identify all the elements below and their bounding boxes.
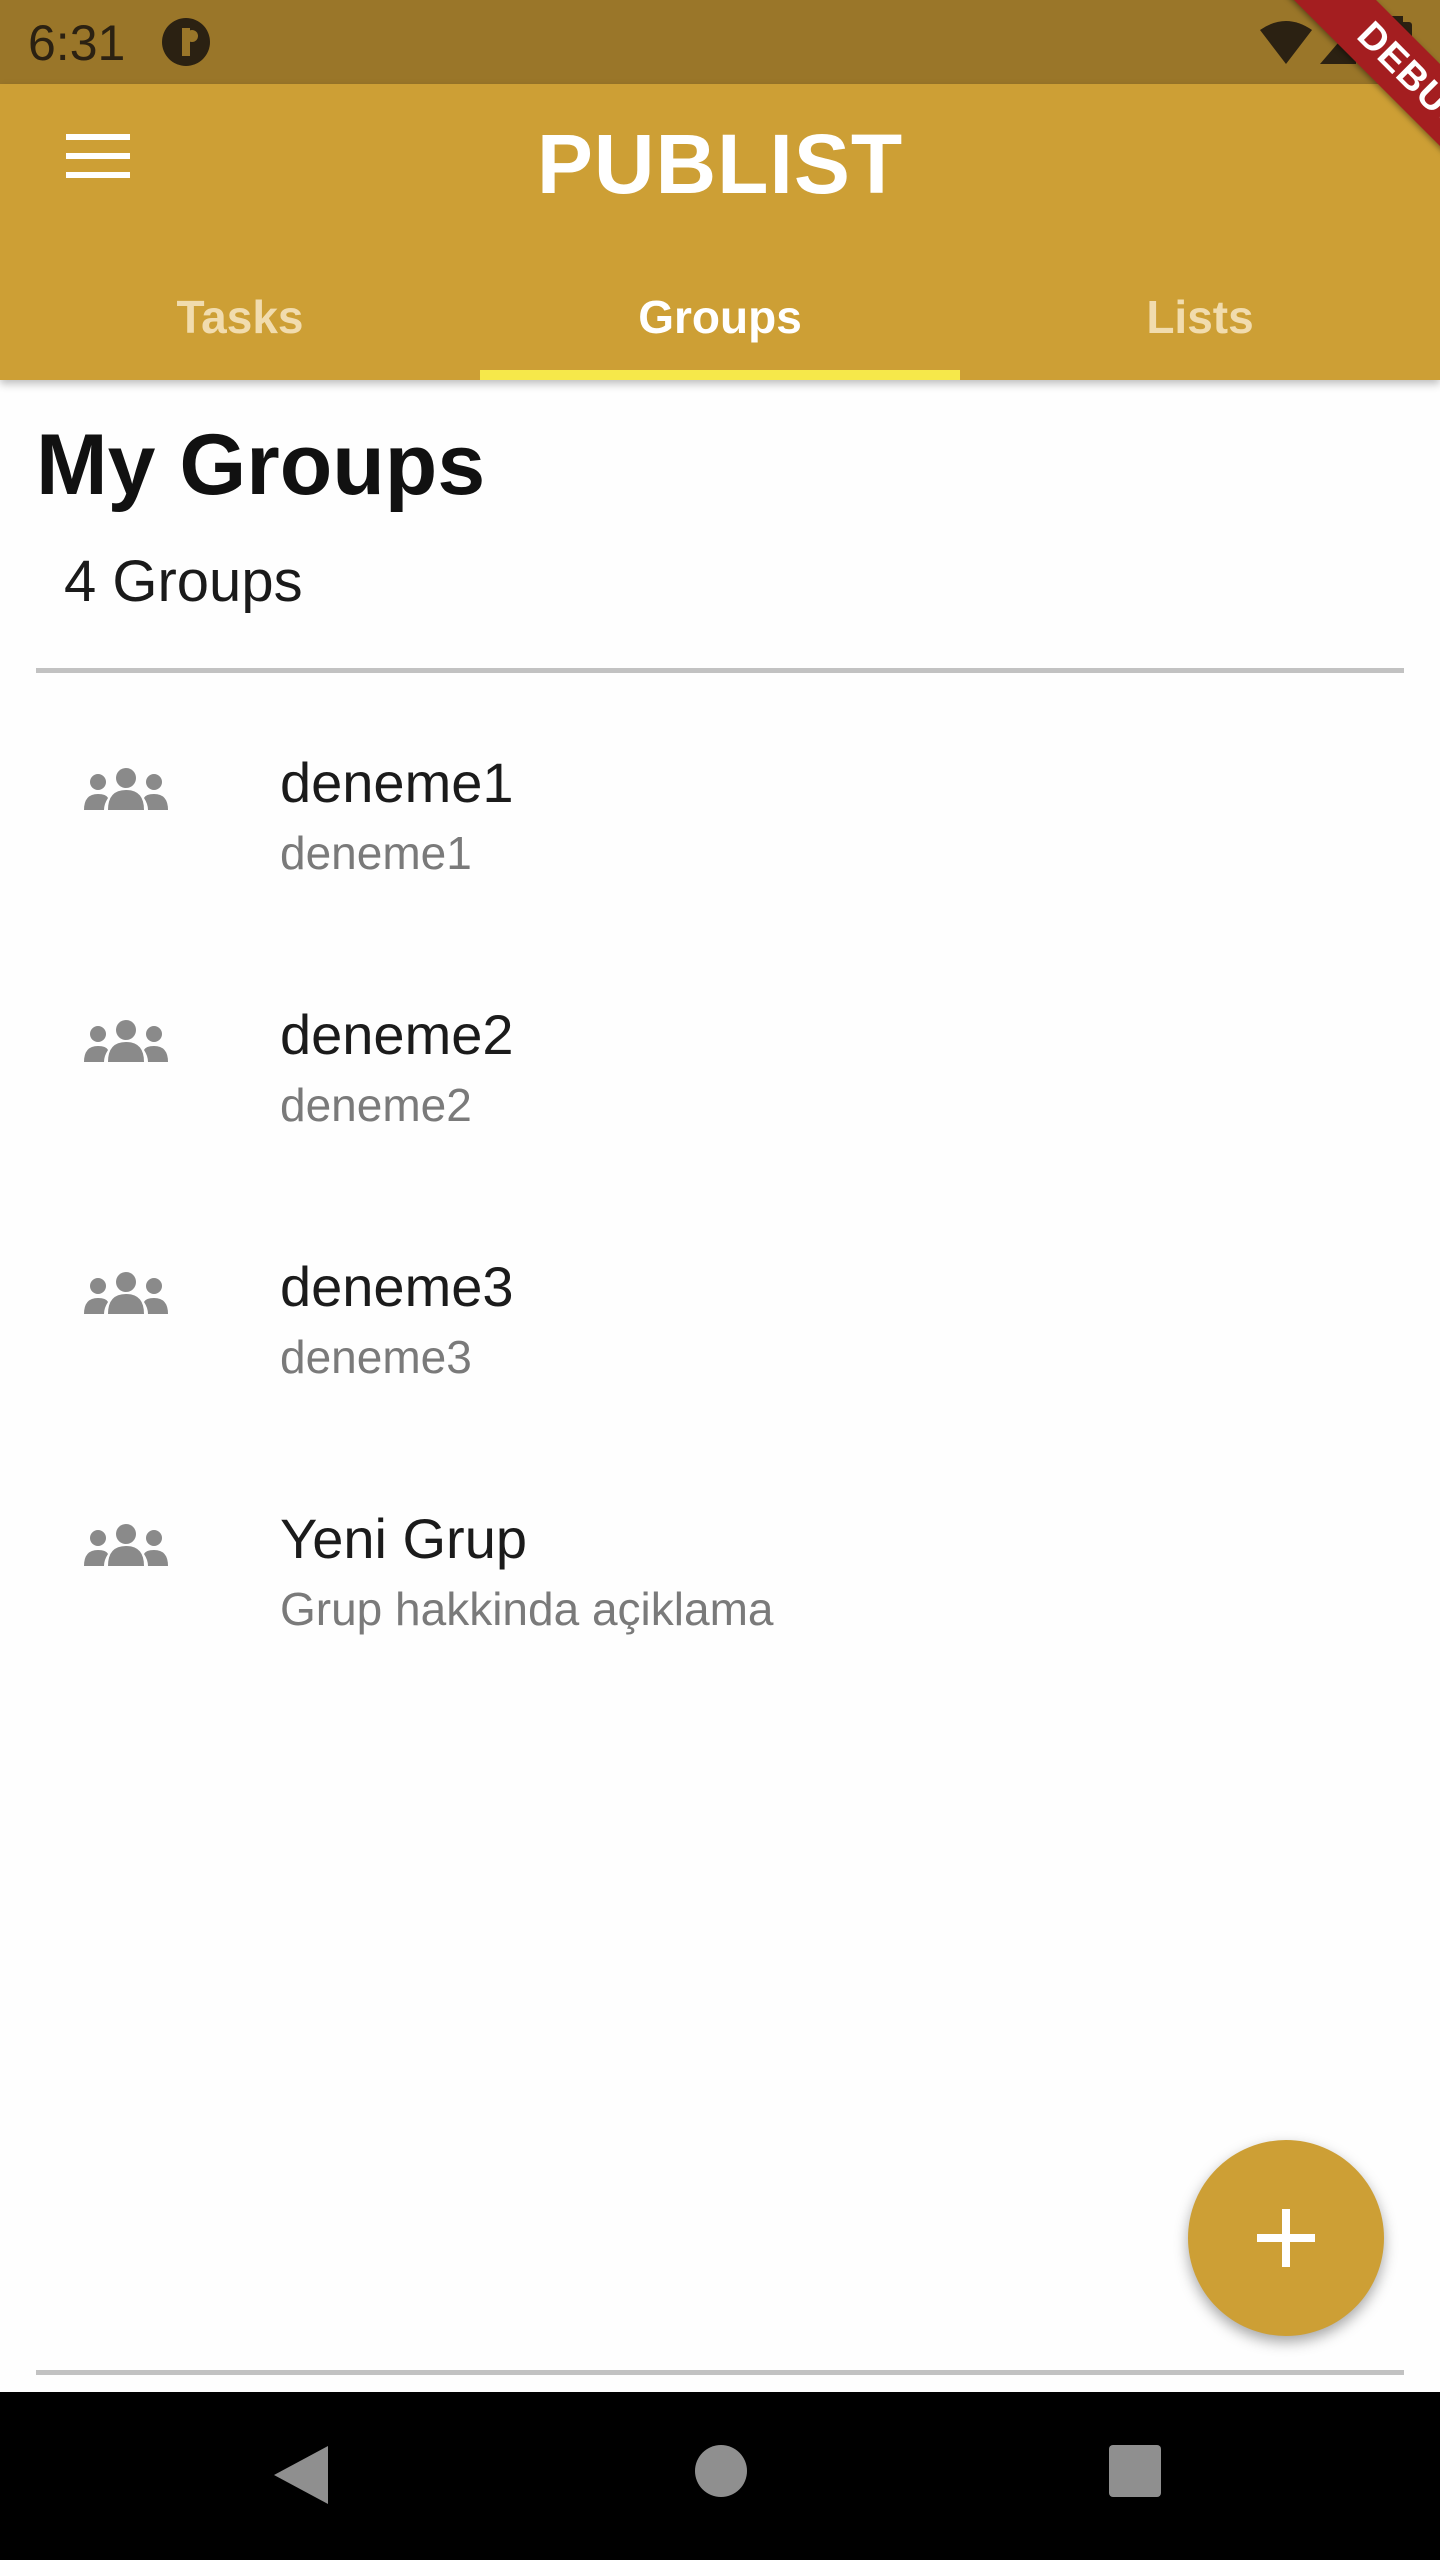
list-item[interactable]: deneme3 deneme3	[0, 1204, 1440, 1456]
group-name: deneme2	[280, 1003, 514, 1066]
recent-apps-icon[interactable]	[1108, 2444, 1162, 2498]
tab-bar: Tasks Groups Lists	[0, 254, 1440, 380]
status-bar: 6:31	[0, 0, 1440, 84]
tab-tasks[interactable]: Tasks	[0, 254, 480, 380]
groups-icon	[84, 1524, 168, 1566]
groups-icon	[84, 768, 168, 810]
group-description: deneme1	[280, 827, 472, 879]
group-description: deneme2	[280, 1079, 472, 1131]
groups-icon	[84, 1272, 168, 1314]
tab-indicator	[480, 370, 960, 380]
divider	[36, 668, 1404, 673]
group-description: Grup hakkinda açiklama	[280, 1583, 774, 1635]
system-nav-bar	[0, 2392, 1440, 2560]
app-notification-icon	[162, 18, 210, 66]
list-item[interactable]: deneme1 deneme1	[0, 700, 1440, 952]
group-name: deneme1	[280, 751, 514, 814]
tab-lists[interactable]: Lists	[960, 254, 1440, 380]
debug-banner-label: DEBUG	[1287, 0, 1440, 200]
list-item[interactable]: deneme2 deneme2	[0, 952, 1440, 1204]
tab-groups[interactable]: Groups	[480, 254, 960, 380]
groups-icon	[84, 1020, 168, 1062]
plus-icon	[1257, 2209, 1315, 2267]
home-icon[interactable]	[694, 2444, 748, 2498]
group-description: deneme3	[280, 1331, 472, 1383]
list-item[interactable]: Yeni Grup Grup hakkinda açiklama	[0, 1456, 1440, 1708]
group-name: Yeni Grup	[280, 1507, 527, 1570]
back-icon[interactable]	[270, 2442, 330, 2508]
status-time: 6:31	[28, 15, 126, 71]
app-title: PUBLIST	[536, 117, 904, 211]
page-title: My Groups	[36, 417, 486, 513]
app-bar: PUBLIST Tasks Groups Lists	[0, 84, 1440, 380]
group-count: 4 Groups	[64, 549, 303, 614]
add-group-button[interactable]	[1188, 2140, 1384, 2336]
group-name: deneme3	[280, 1255, 514, 1318]
debug-banner: DEBUG	[1240, 0, 1440, 200]
bottom-divider	[36, 2370, 1404, 2375]
